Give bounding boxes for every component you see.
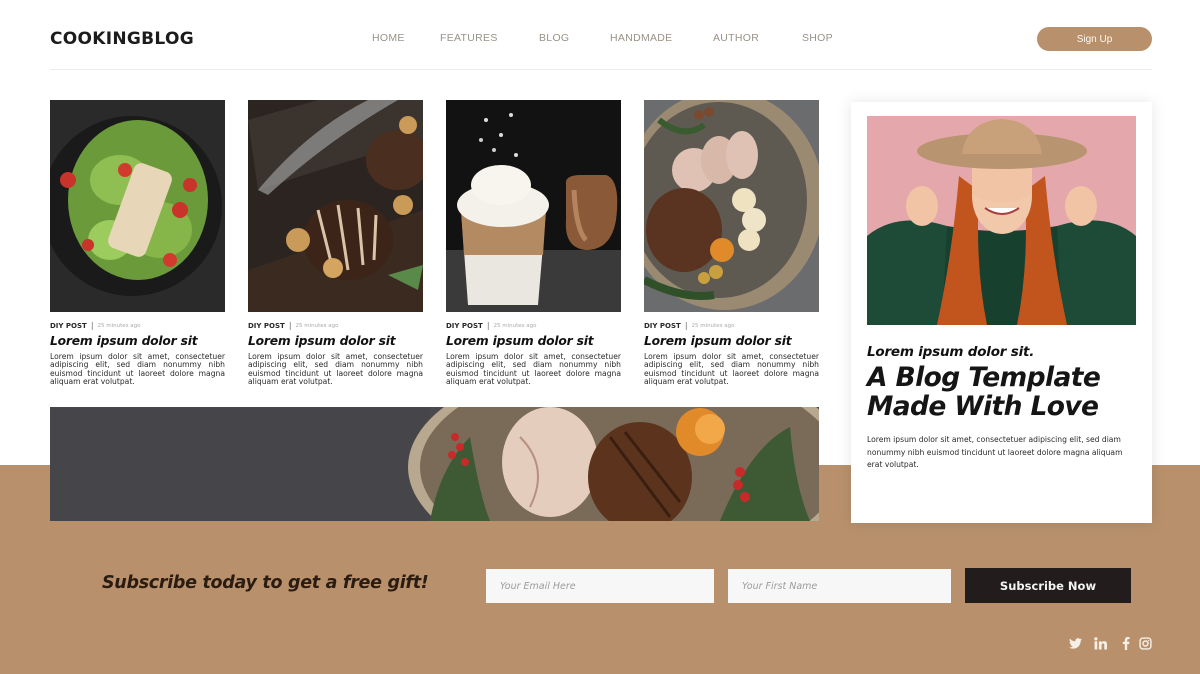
first-name-input[interactable] [728, 569, 951, 603]
post-category[interactable]: DIY POST [446, 322, 483, 330]
meta-separator: | [90, 321, 94, 330]
meta-separator: | [486, 321, 490, 330]
post-category[interactable]: DIY POST [644, 322, 681, 330]
subscribe-cta: Subscribe today to get a free gift! [102, 573, 429, 593]
post-card[interactable]: DIY POST | 25 minutes ago Lorem ipsum dolo… [446, 100, 621, 387]
post-time: 25 minutes ago [97, 322, 141, 329]
feature-description: Lorem ipsum dolor sit amet, consectetuer… [867, 435, 1123, 469]
post-title[interactable]: Lorem ipsum dolor sit [248, 334, 423, 348]
post-excerpt: Lorem ipsum dolor sit amet, consectetuer… [446, 352, 621, 387]
feature-subtitle: Lorem ipsum dolor sit. [867, 344, 1035, 360]
facebook-icon[interactable] [1118, 636, 1133, 651]
post-excerpt: Lorem ipsum dolor sit amet, consectetuer… [644, 352, 819, 387]
feature-headline: A Blog Template Made With Love [867, 363, 1147, 421]
headline-line: A Blog Template [867, 362, 1101, 393]
nav-blog[interactable]: BLOG [539, 32, 569, 44]
site-logo[interactable]: COOKINGBLOG [50, 29, 194, 49]
post-category[interactable]: DIY POST [248, 322, 285, 330]
chocolate-dessert-photo[interactable] [248, 100, 423, 312]
linkedin-icon[interactable] [1093, 636, 1108, 651]
post-time: 25 minutes ago [691, 322, 735, 329]
nav-shop[interactable]: SHOP [802, 32, 833, 44]
roast-platter-photo[interactable] [644, 100, 819, 312]
post-excerpt: Lorem ipsum dolor sit amet, consectetuer… [248, 352, 423, 387]
post-title[interactable]: Lorem ipsum dolor sit [644, 334, 819, 348]
latte-photo[interactable] [446, 100, 621, 312]
subscribe-button[interactable]: Subscribe Now [965, 568, 1131, 603]
post-card[interactable]: DIY POST | 25 minutes ago Lorem ipsum dolo… [644, 100, 819, 387]
sign-up-button[interactable]: Sign Up [1037, 27, 1152, 51]
instagram-icon[interactable] [1138, 636, 1153, 651]
email-input[interactable] [486, 569, 714, 603]
meta-separator: | [288, 321, 292, 330]
meta-separator: | [684, 321, 688, 330]
post-time: 25 minutes ago [295, 322, 339, 329]
post-card[interactable]: DIY POST | 25 minutes ago Lorem ipsum dolo… [50, 100, 225, 387]
post-category[interactable]: DIY POST [50, 322, 87, 330]
headline-line: Made With Love [867, 391, 1099, 422]
nav-handmade[interactable]: HANDMADE [610, 32, 673, 44]
nav-author[interactable]: AUTHOR [713, 32, 759, 44]
post-card[interactable]: DIY POST | 25 minutes ago Lorem ipsum dolo… [248, 100, 423, 387]
nav-features[interactable]: FEATURES [440, 32, 498, 44]
post-excerpt: Lorem ipsum dolor sit amet, consectetuer… [50, 352, 225, 387]
author-photo[interactable] [867, 116, 1136, 325]
post-time: 25 minutes ago [493, 322, 537, 329]
featured-banner-photo[interactable] [50, 407, 819, 521]
header-divider [50, 69, 1152, 70]
post-title[interactable]: Lorem ipsum dolor sit [50, 334, 225, 348]
twitter-icon[interactable] [1068, 636, 1083, 651]
feature-panel: Lorem ipsum dolor sit. A Blog Template M… [851, 102, 1152, 523]
post-title[interactable]: Lorem ipsum dolor sit [446, 334, 621, 348]
salad-photo[interactable] [50, 100, 225, 312]
nav-home[interactable]: HOME [372, 32, 405, 44]
